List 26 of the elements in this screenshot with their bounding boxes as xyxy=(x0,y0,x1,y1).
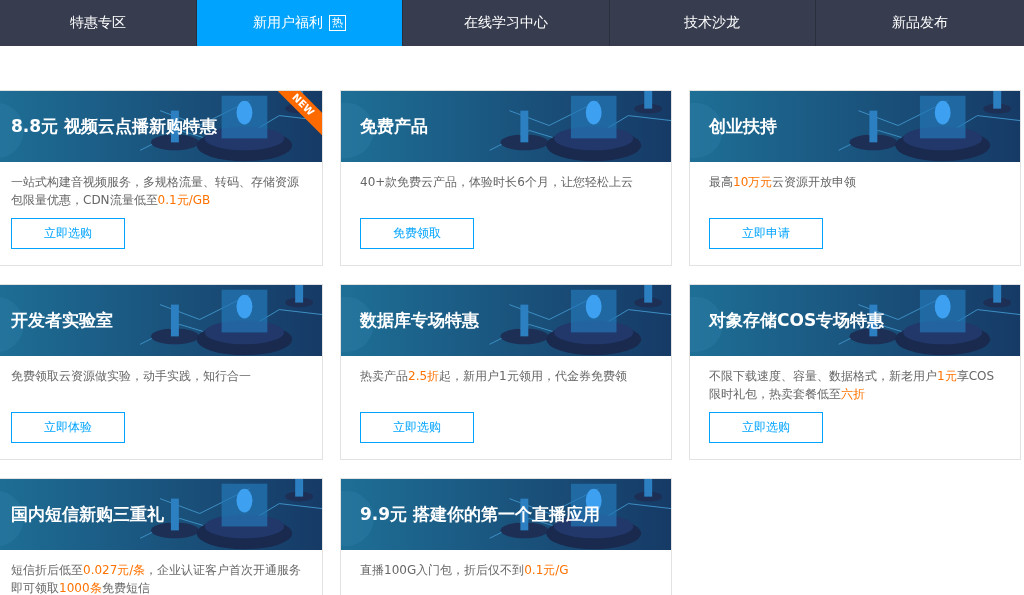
card-title: 创业扶持 xyxy=(709,115,777,138)
card-title: 开发者实验室 xyxy=(11,309,113,332)
card-description: 免费领取云资源做实验，动手实践，知行合一 xyxy=(11,368,252,385)
card-title: 8.8元 视频云点播新购特惠 xyxy=(11,115,218,138)
card-title: 国内短信新购三重礼 xyxy=(11,503,164,526)
card-description: 短信折后低至0.027元/条，企业认证客户首次开通服务即可领取1000条免费短信 xyxy=(11,562,303,595)
action-button[interactable]: 立即体验 xyxy=(11,412,125,443)
action-button[interactable]: 立即选购 xyxy=(709,412,823,443)
nav-tab[interactable]: 新用户福利 热 xyxy=(197,0,404,46)
nav-tab[interactable]: 在线学习中心 xyxy=(403,0,610,46)
card-description: 40+款免费云产品，体验时长6个月，让您轻松上云 xyxy=(360,174,634,191)
action-button[interactable]: 免费领取 xyxy=(360,218,474,249)
card-description: 热卖产品2.5折起，新用户1元领用，代金券免费领 xyxy=(360,368,628,385)
nav-tab[interactable]: 新品发布 xyxy=(815,0,1024,46)
card-title: 数据库专场特惠 xyxy=(360,309,479,332)
card-title: 对象存储COS专场特惠 xyxy=(709,309,885,332)
card-description: 一站式构建音视频服务，多规格流量、转码、存储资源包限量优惠，CDN流量低至0.1元/GB xyxy=(11,174,300,209)
action-button[interactable]: 立即选购 xyxy=(360,412,474,443)
card-title: 免费产品 xyxy=(360,115,428,138)
card-description: 最高10万元云资源开放申领 xyxy=(709,174,858,191)
action-button[interactable]: 立即选购 xyxy=(11,218,125,249)
nav-tab[interactable]: 技术沙龙 xyxy=(609,0,816,46)
card-description: 直播100G入门包，折后仅不到0.1元/G xyxy=(360,562,570,579)
action-button[interactable]: 立即申请 xyxy=(709,218,823,249)
card-description: 不限下载速度、容量、数据格式，新老用户1元享COS限时礼包，热卖套餐低至六折 xyxy=(709,368,996,403)
card-title: 9.9元 搭建你的第一个直播应用 xyxy=(360,503,601,526)
